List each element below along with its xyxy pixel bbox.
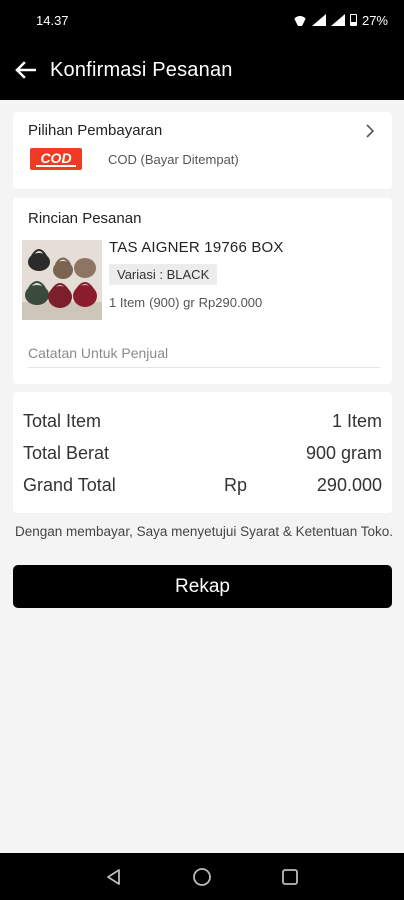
battery-percentage: 27%	[361, 12, 388, 28]
system-nav-bar	[0, 853, 404, 900]
status-time: 14.37	[36, 12, 69, 28]
rekap-button[interactable]: Rekap	[13, 565, 392, 608]
app-bar: Konfirmasi Pesanan	[0, 40, 404, 100]
grand-total-currency: Rp	[224, 474, 248, 495]
wifi-icon	[293, 14, 307, 26]
order-section-label: Rincian Pesanan	[28, 210, 142, 227]
grand-total-value: 290.000	[316, 474, 382, 495]
total-item-label: Total Item	[23, 410, 102, 431]
status-icons: 27%	[293, 13, 388, 28]
page-title: Konfirmasi Pesanan	[50, 58, 233, 81]
total-weight-label: Total Berat	[23, 442, 110, 463]
total-item-row: Total Item 1 Item	[23, 406, 382, 436]
item-meta: 1 Item (900) gr Rp290.000	[109, 295, 262, 310]
cod-logo: COD	[30, 148, 82, 170]
nav-back-button[interactable]	[102, 865, 126, 889]
variant-chip: Variasi : BLACK	[109, 264, 218, 285]
payment-method-name: COD (Bayar Ditempat)	[108, 152, 239, 167]
product-image	[22, 240, 102, 320]
total-weight-value: 900 gram	[305, 442, 382, 463]
total-item-value: 1 Item	[331, 410, 382, 431]
signal-icon	[311, 14, 326, 26]
battery-icon	[349, 14, 357, 26]
status-bar: 14.37 27%	[0, 0, 404, 40]
chevron-right-icon	[366, 124, 375, 138]
seller-note-input[interactable]	[28, 338, 380, 368]
order-details-card: Rincian Pesanan TAS AIGNER 19766 BOX Var…	[13, 198, 392, 384]
item-weight: (900) gr	[149, 295, 195, 310]
terms-agreement-text: Dengan membayar, Saya menyetujui Syarat …	[15, 524, 393, 539]
payment-section-label: Pilihan Pembayaran	[28, 122, 163, 139]
payment-option-card[interactable]: Pilihan Pembayaran COD COD (Bayar Ditemp…	[13, 112, 392, 189]
arrow-left-icon	[15, 61, 36, 79]
cod-logo-text: COD	[40, 150, 72, 166]
circle-home-icon	[193, 867, 211, 886]
grand-total-label: Grand Total	[23, 474, 116, 495]
product-name: TAS AIGNER 19766 BOX	[109, 239, 284, 256]
item-quantity: 1 Item	[109, 295, 146, 310]
order-summary-card: Total Item 1 Item Total Berat 900 gram G…	[13, 392, 392, 513]
square-recents-icon	[282, 868, 298, 885]
signal-icon	[330, 14, 345, 26]
item-price: Rp290.000	[198, 295, 263, 310]
grand-total-row: Grand Total Rp 290.000	[23, 470, 382, 500]
back-button[interactable]	[12, 57, 38, 83]
nav-home-button[interactable]	[190, 865, 214, 889]
triangle-back-icon	[107, 868, 120, 885]
nav-recents-button[interactable]	[278, 865, 302, 889]
total-weight-row: Total Berat 900 gram	[23, 438, 382, 468]
